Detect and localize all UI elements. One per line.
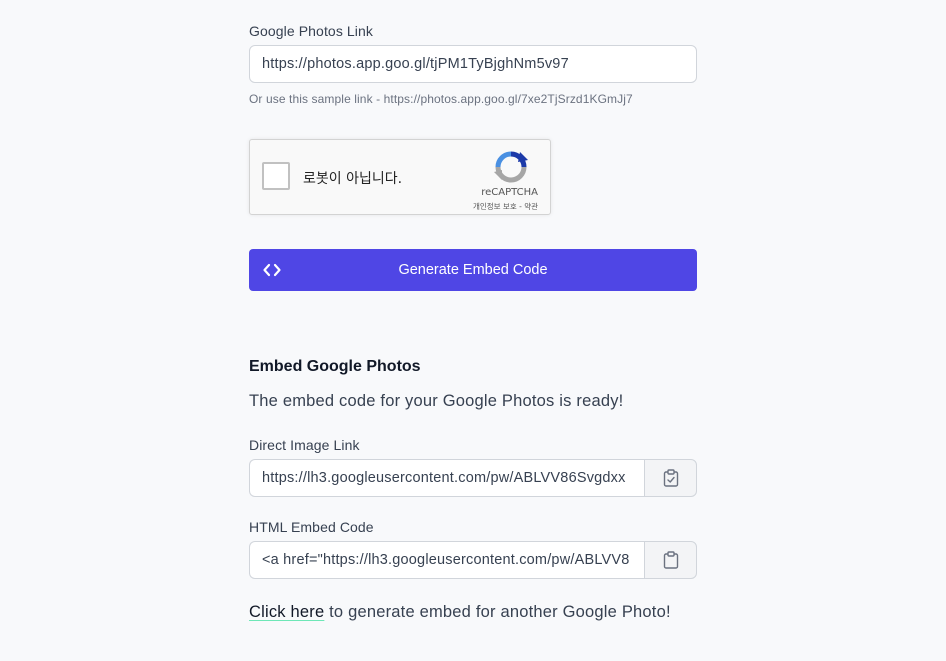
- sample-link-hint: Or use this sample link - https://photos…: [249, 92, 633, 106]
- footer-rest-text: to generate embed for another Google Pho…: [324, 603, 671, 621]
- link-label: Google Photos Link: [249, 23, 373, 39]
- direct-link-group: https://lh3.googleusercontent.com/pw/ABL…: [249, 459, 697, 497]
- generate-embed-button[interactable]: Generate Embed Code: [249, 249, 697, 291]
- result-title: Embed Google Photos: [249, 358, 421, 375]
- recaptcha-widget: 로봇이 아닙니다. reCAPTCHA 개인정보 보호 - 약관: [249, 139, 551, 215]
- code-icon: [263, 263, 281, 277]
- html-code-field[interactable]: <a href="https://lh3.googleusercontent.c…: [249, 541, 644, 579]
- html-code-label: HTML Embed Code: [249, 519, 374, 535]
- recaptcha-label: 로봇이 아닙니다.: [303, 171, 403, 187]
- copy-direct-link-button[interactable]: [644, 459, 697, 497]
- result-message: The embed code for your Google Photos is…: [249, 392, 624, 410]
- direct-link-label: Direct Image Link: [249, 437, 360, 453]
- copy-html-code-button[interactable]: [644, 541, 697, 579]
- recaptcha-checkbox[interactable]: [262, 162, 290, 190]
- clipboard-icon: [663, 551, 678, 569]
- generate-another-link[interactable]: Click here: [249, 603, 324, 621]
- generate-embed-label: Generate Embed Code: [398, 262, 548, 278]
- clipboard-check-icon: [663, 469, 678, 487]
- direct-link-field[interactable]: https://lh3.googleusercontent.com/pw/ABL…: [249, 459, 644, 497]
- html-code-group: <a href="https://lh3.googleusercontent.c…: [249, 541, 697, 579]
- photos-link-input[interactable]: https://photos.app.goo.gl/tjPM1TyBjghNm5…: [249, 45, 697, 83]
- recaptcha-brand: reCAPTCHA: [481, 187, 538, 198]
- recaptcha-terms-link[interactable]: 개인정보 보호 - 약관: [473, 201, 538, 212]
- footer-text: Click here to generate embed for another…: [249, 603, 697, 622]
- recaptcha-logo-icon: [494, 151, 528, 183]
